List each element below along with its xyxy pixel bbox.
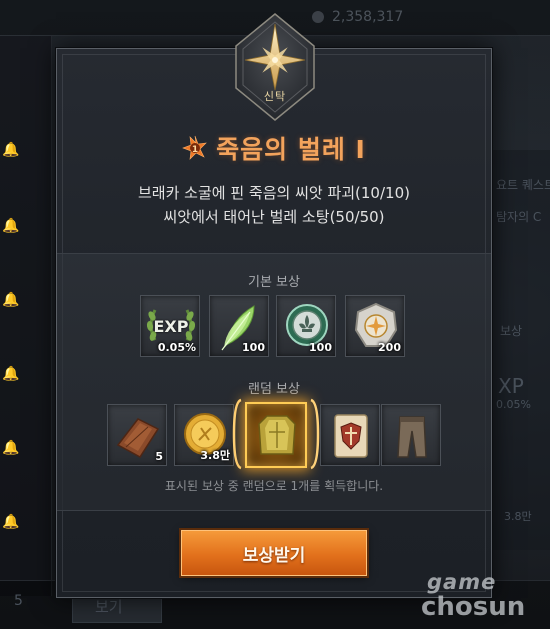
reward-quantity: 5 xyxy=(155,450,163,463)
right-quest-panel: 요트 퀘스트 탐자의 C 보상 XP 0.05% 3.8만 xyxy=(492,150,550,550)
bell-icon: 🔔 xyxy=(2,514,20,530)
bg-quest-text: 요트 퀘스트 xyxy=(496,178,550,192)
quest-title: 죽음의 벌레 Ⅰ xyxy=(216,135,366,164)
quest-title-row: 1 죽음의 벌레 Ⅰ xyxy=(56,128,492,168)
reward-quantity: 100 xyxy=(309,341,332,354)
compass-star-emblem-icon xyxy=(235,13,315,121)
reward-slot-gold-coin[interactable]: 3.8만 xyxy=(174,404,234,466)
watermark-line: game xyxy=(427,570,497,594)
bg-quest-text: 3.8만 xyxy=(504,510,532,523)
watermark-logo: game chosun xyxy=(421,572,547,626)
bell-icon: 🔔 xyxy=(2,142,20,158)
objective-line: 브래카 소굴에 핀 죽음의 씨앗 파괴(10/10) xyxy=(138,184,410,202)
watermark-line: chosun xyxy=(421,592,526,622)
selection-bracket-right-icon xyxy=(310,398,320,470)
parchment-shield-icon xyxy=(334,414,368,458)
bg-quest-text: 보상 xyxy=(500,324,523,338)
quest-star-badge-icon: 1 xyxy=(182,135,207,160)
reward-slot-leather-scroll[interactable]: 5 xyxy=(107,404,167,466)
reward-quantity: 200 xyxy=(378,341,401,354)
bg-quest-text: XP xyxy=(498,374,524,398)
reward-slot-leather-pants[interactable] xyxy=(381,404,441,466)
random-reward-note: 표시된 보상 중 랜덤으로 1개를 획득합니다. xyxy=(164,479,384,493)
reward-slot-emblem-coin[interactable]: 100 xyxy=(276,295,336,357)
reward-slot-parchment-shield[interactable] xyxy=(320,404,380,466)
bell-icon: 🔔 xyxy=(2,440,20,456)
exp-badge: EXP xyxy=(153,317,189,336)
objective-line: 씨앗에서 태어난 벌레 소탕(50/50) xyxy=(163,208,385,226)
bg-quest-text: 0.05% xyxy=(496,398,531,411)
bottom-left-count: 5 xyxy=(14,593,23,609)
selection-bracket-left-icon xyxy=(232,398,242,470)
currency-amount: 2,358,317 xyxy=(332,9,404,25)
claim-reward-button[interactable]: 보상받기 xyxy=(181,530,367,576)
reward-quantity: 0.05% xyxy=(157,341,196,354)
random-rewards-label: 랜덤 보상 xyxy=(248,382,300,397)
reward-quantity: 100 xyxy=(242,341,265,354)
leather-pants-icon xyxy=(397,416,427,458)
emblem-label: 신탁 xyxy=(263,90,287,103)
bell-icon: 🔔 xyxy=(2,292,20,308)
reward-slot-exp[interactable]: EXP 0.05% xyxy=(140,295,200,357)
reward-quantity: 3.8만 xyxy=(200,449,230,462)
basic-rewards-label: 기본 보상 xyxy=(248,275,300,290)
bell-icon: 🔔 xyxy=(2,366,20,382)
left-quick-panel: 🔔 🔔 🔔 🔔 🔔 🔔 xyxy=(0,36,52,596)
quest-badge-number: 1 xyxy=(192,145,198,155)
golden-armor-icon xyxy=(258,415,296,455)
reward-slot-feather[interactable]: 100 xyxy=(209,295,269,357)
bg-quest-text: 탐자의 C xyxy=(496,210,542,224)
bell-icon: 🔔 xyxy=(2,218,20,234)
background-view-button-label: 보기 xyxy=(95,598,123,616)
reward-slot-golden-armor[interactable] xyxy=(245,402,307,468)
reward-slot-compass-shield[interactable]: 200 xyxy=(345,295,405,357)
